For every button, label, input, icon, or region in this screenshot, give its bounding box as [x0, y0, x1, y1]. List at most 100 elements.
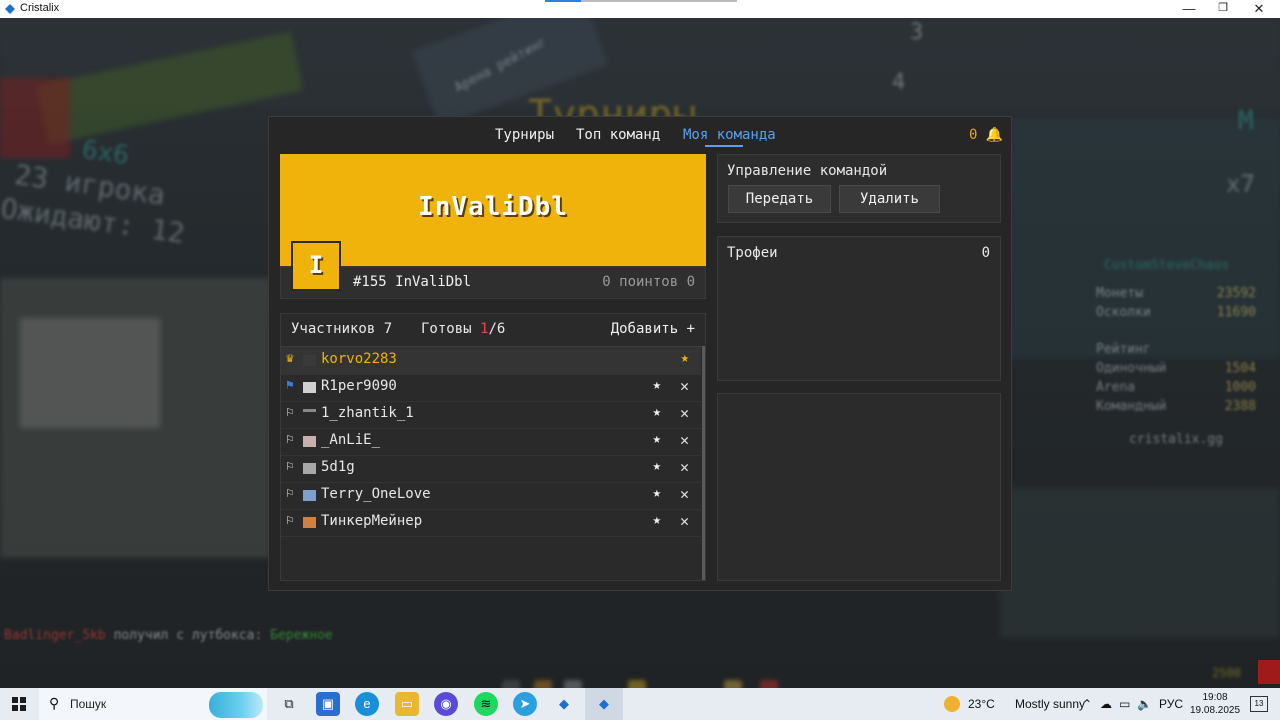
management-title: Управление командой: [727, 163, 888, 179]
team-name: InValiDbl: [418, 192, 568, 222]
flag-icon: ⚐: [286, 486, 294, 501]
members-scrollbar[interactable]: [702, 346, 705, 580]
member-row[interactable]: ⚐ 1_zhantik_1 ★ ✕: [281, 401, 701, 429]
member-name: _AnLiE_: [321, 432, 381, 448]
member-name: 5d1g: [321, 459, 355, 475]
promote-star-button[interactable]: ★: [653, 377, 661, 393]
stat-row: Рейтинг: [1096, 342, 1151, 357]
telegram-icon[interactable]: ➤: [513, 692, 537, 716]
member-row[interactable]: ⚐ ТинкерМейнер ★ ✕: [281, 509, 701, 537]
volume-icon[interactable]: 🔈: [1137, 697, 1152, 711]
star-icon: ★: [680, 350, 689, 366]
members-panel: Участников 7 Готовы 1/6 Добавить + ♛ kor…: [280, 313, 706, 581]
maximize-button[interactable]: ❐: [1206, 0, 1240, 18]
cristalix-game-icon[interactable]: ◆: [592, 692, 616, 716]
kick-member-button[interactable]: ✕: [680, 377, 689, 395]
windows-start-button[interactable]: [12, 697, 26, 711]
bg-profile-name: CustomSteveChaos: [1104, 258, 1230, 273]
flag-icon: ⚐: [286, 459, 294, 474]
tab-top-teams[interactable]: Топ команд: [576, 127, 660, 143]
trophies-count: 0: [981, 245, 990, 261]
notification-center-button[interactable]: 13: [1250, 696, 1268, 712]
promote-star-button[interactable]: ★: [653, 458, 661, 474]
member-row[interactable]: ⚑ R1per9090 ★ ✕: [281, 374, 701, 402]
taskbar: ⚲ Пошук ⧉ ▣ e ▭ ◉ ≋ ➤ ◆ ◆ 23°C Mostly su…: [0, 688, 1280, 720]
flag-icon: ⚑: [286, 378, 294, 393]
kick-member-button[interactable]: ✕: [680, 458, 689, 476]
promote-star-button[interactable]: ★: [653, 404, 661, 420]
member-row[interactable]: ⚐ 5d1g ★ ✕: [281, 455, 701, 483]
kick-member-button[interactable]: ✕: [680, 485, 689, 503]
player-head-icon: [303, 409, 316, 418]
task-view-icon[interactable]: ⧉: [277, 692, 301, 716]
cristalix-launcher-icon[interactable]: ◆: [552, 692, 576, 716]
close-button[interactable]: ✕: [1242, 0, 1276, 18]
bg-rank-4: 4: [892, 70, 906, 95]
member-name: Terry_OneLove: [321, 486, 431, 502]
language-indicator[interactable]: РУС: [1159, 697, 1183, 711]
cristalix-logo-icon: [5, 4, 15, 14]
window-titlebar: Cristalix — ❐ ✕: [0, 0, 1280, 18]
player-head-icon: [303, 463, 316, 474]
player-head-icon: [303, 355, 316, 366]
bg-site-label: cristalix.gg: [1129, 432, 1223, 447]
weather-desc: Mostly sunny: [1015, 697, 1086, 711]
minimize-button[interactable]: —: [1172, 0, 1206, 18]
stat-row: Осколки 11690: [1096, 305, 1256, 320]
taskbar-search[interactable]: ⚲ Пошук: [39, 688, 267, 720]
member-name: 1_zhantik_1: [321, 405, 414, 421]
member-row[interactable]: ♛ korvo2283 ★: [281, 347, 701, 375]
team-info-row: #155 InValiDbl 0 поинтов 0: [280, 266, 706, 299]
file-explorer-icon[interactable]: ▭: [395, 692, 419, 716]
member-row[interactable]: ⚐ _AnLiE_ ★ ✕: [281, 428, 701, 456]
hotbar: [498, 674, 788, 688]
promote-star-button[interactable]: ★: [653, 485, 661, 501]
store-icon[interactable]: ▣: [316, 692, 340, 716]
tray-chevron-up-icon[interactable]: ⌃: [1082, 697, 1092, 711]
delete-team-button[interactable]: Удалить: [839, 185, 940, 213]
members-header: Участников 7 Готовы 1/6 Добавить +: [281, 314, 705, 347]
notifications-bell-button[interactable]: 0 🔔: [969, 127, 1003, 143]
player-head-icon: [303, 382, 316, 393]
transfer-button[interactable]: Передать: [728, 185, 831, 213]
member-row[interactable]: ⚐ Terry_OneLove ★ ✕: [281, 482, 701, 510]
kick-member-button[interactable]: ✕: [680, 431, 689, 449]
kick-member-button[interactable]: ✕: [680, 512, 689, 530]
spotify-icon[interactable]: ≋: [474, 692, 498, 716]
bg-rank-3: 3: [910, 20, 924, 45]
player-head-icon: [303, 436, 316, 447]
promote-star-button[interactable]: ★: [653, 512, 661, 528]
promote-star-button[interactable]: ★: [653, 431, 661, 447]
weather-sun-icon: [944, 696, 960, 712]
active-tab-indicator: [705, 145, 743, 147]
member-name: korvo2283: [321, 351, 397, 367]
add-member-button[interactable]: Добавить +: [611, 321, 695, 337]
bg-mode-label: 6x6: [80, 134, 131, 172]
member-name: ТинкерМейнер: [321, 513, 423, 529]
system-clock[interactable]: 19:08 19.08.2025: [1190, 691, 1240, 717]
ready-count: Готовы 1/6: [421, 321, 506, 337]
team-banner: InValiDbl: [280, 154, 706, 266]
edge-icon[interactable]: e: [355, 692, 379, 716]
team-points: 0 поинтов 0: [602, 274, 695, 290]
tab-my-team[interactable]: Моя команда: [683, 127, 776, 143]
empty-panel: [717, 393, 1001, 581]
flag-icon: ⚐: [286, 513, 294, 528]
members-count: Участников 7: [291, 321, 393, 337]
team-management-panel: Управление командой Передать Удалить: [717, 154, 1001, 223]
discord-icon[interactable]: ◉: [434, 692, 458, 716]
kick-member-button[interactable]: ✕: [680, 404, 689, 422]
window-title: Cristalix: [20, 2, 60, 14]
player-head-icon: [303, 490, 316, 501]
weather-temp: 23°C: [968, 697, 995, 711]
stat-row: Монеты 23592: [1096, 286, 1256, 301]
battery-icon[interactable]: ▭: [1119, 697, 1130, 711]
trophies-panel: Трофеи 0: [717, 236, 1001, 381]
bg-corner-number: 2500: [1212, 666, 1241, 680]
dialog-nav: Турниры Топ команд Моя команда 0 🔔: [269, 127, 1011, 147]
tab-tournaments[interactable]: Турниры: [495, 127, 554, 143]
network-icon[interactable]: ☁: [1100, 697, 1112, 711]
titlebar-progress: [545, 0, 737, 2]
team-rank: #155 InValiDbl: [353, 274, 472, 290]
player-head-icon: [303, 517, 316, 528]
